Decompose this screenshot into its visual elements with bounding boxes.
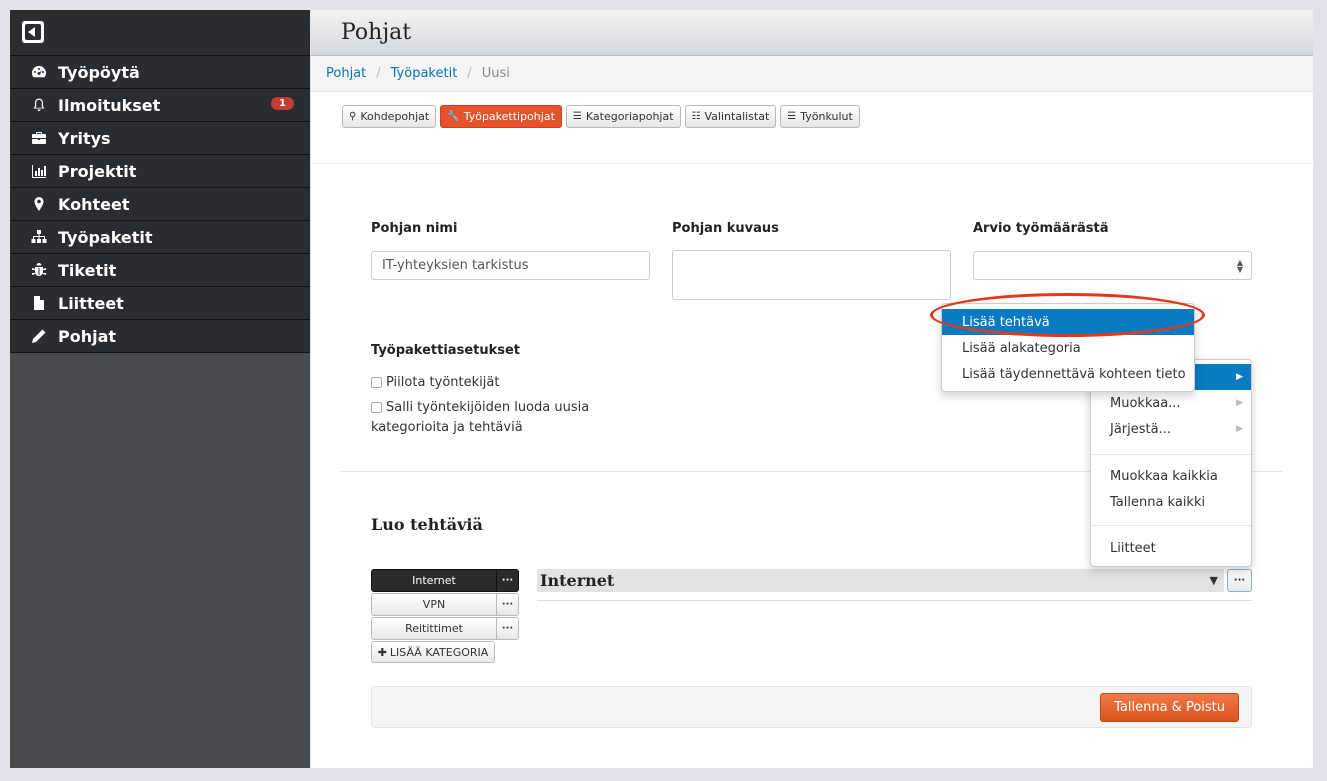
bar-chart-icon (30, 162, 48, 180)
spinner-icon[interactable]: ▲ ▼ (1237, 258, 1243, 273)
sidebar-item-notifications[interactable]: Ilmoitukset 1 (10, 89, 310, 122)
add-submenu: Lisää tehtävä Lisää alakategoria Lisää t… (941, 303, 1195, 392)
tab-site-templates[interactable]: ⚲ Kohdepohjat (342, 105, 437, 128)
hide-employees-checkbox[interactable] (371, 377, 382, 388)
tasks-icon: ☰ (787, 111, 797, 122)
sidebar-item-attachments[interactable]: Liitteet (10, 287, 310, 320)
sidebar-item-label: Yritys (58, 128, 111, 148)
template-description-textarea[interactable] (672, 250, 951, 300)
breadcrumb-separator: / (467, 66, 472, 81)
sidebar-item-projects[interactable]: Projektit (10, 155, 310, 188)
menu-divider (1091, 454, 1251, 455)
breadcrumb: Pohjat / Työpaketit / Uusi (311, 56, 1313, 92)
template-description-label: Pohjan kuvaus (672, 221, 779, 236)
work-estimate-input[interactable]: ▲ ▼ (973, 251, 1252, 280)
caret-down-icon[interactable]: ▼ (1210, 574, 1218, 587)
tab-work-package-templates[interactable]: 🔧 Työpakettipohjat (440, 105, 562, 128)
tab-category-templates[interactable]: ☰ Kategoriapohjat (565, 105, 681, 128)
chevron-right-icon: ▶ (1236, 424, 1243, 434)
divider (537, 600, 1252, 601)
page-header: Pohjat (311, 10, 1313, 56)
sidebar-item-company[interactable]: Yritys (10, 122, 310, 155)
menu-divider (1091, 525, 1251, 526)
sidebar-item-work-packages[interactable]: Työpaketit (10, 221, 310, 254)
menu-item-add-subcategory[interactable]: Lisää alakategoria (942, 335, 1194, 361)
sidebar-header (10, 10, 310, 56)
category-vpn-button[interactable]: VPN (371, 593, 497, 616)
briefcase-icon (30, 129, 48, 147)
menu-item-add-site-info-field[interactable]: Lisää täydennettävä kohteen tieto (942, 361, 1194, 387)
divider (311, 163, 1313, 164)
selected-category-header[interactable]: Internet ▼ (537, 569, 1224, 592)
allow-employees-create-checkbox[interactable] (371, 402, 382, 413)
wrench-icon: 🔧 (447, 111, 460, 122)
work-estimate-label: Arvio työmäärästä (973, 221, 1109, 236)
add-category-button[interactable]: ✚ LISÄÄ KATEGORIA (371, 641, 495, 663)
category-actions-button[interactable]: ··· (1227, 569, 1252, 592)
allow-employees-create-option: Salli työntekijöiden luoda uusia kategor… (371, 400, 590, 435)
sidebar-item-label: Tiketit (58, 260, 117, 280)
list-icon: ☰ (572, 111, 582, 122)
menu-item-save-all[interactable]: Tallenna kaikki (1091, 489, 1251, 515)
menu-item-edit-all[interactable]: Muokkaa kaikkia (1091, 463, 1251, 489)
plus-icon: ✚ (377, 645, 387, 659)
category-internet: Internet ··· (371, 569, 519, 592)
tab-selection-lists[interactable]: ☷ Valintalistat (684, 105, 777, 128)
pencil-icon (30, 327, 48, 345)
sidebar-item-label: Työpöytä (58, 62, 140, 82)
chevron-right-icon: ▶ (1236, 398, 1243, 408)
collapse-sidebar-icon[interactable] (22, 21, 44, 43)
sidebar-item-label: Ilmoitukset (58, 95, 161, 115)
page-title: Pohjat (341, 20, 412, 45)
bug-icon (30, 261, 48, 279)
bell-icon (30, 96, 48, 114)
category-internet-more-button[interactable]: ··· (497, 569, 519, 592)
menu-item-attachments[interactable]: Liitteet (1091, 535, 1251, 561)
sidebar-item-label: Projektit (58, 161, 137, 181)
map-marker-icon: ⚲ (349, 111, 357, 122)
hide-employees-option: Piilota työntekijät (371, 373, 499, 393)
chevron-right-icon: ▶ (1236, 372, 1243, 382)
sidebar-item-label: Kohteet (58, 194, 130, 214)
menu-item-add-task[interactable]: Lisää tehtävä (942, 309, 1194, 335)
sidebar-item-label: Liitteet (58, 293, 124, 313)
sidebar: Työpöytä Ilmoitukset 1 Yritys Projektit … (10, 10, 310, 768)
category-vpn: VPN ··· (371, 593, 519, 616)
menu-item-edit[interactable]: Muokkaa... ▶ (1091, 390, 1251, 416)
category-routers-button[interactable]: Reitittimet (371, 617, 497, 640)
sidebar-item-tickets[interactable]: Tiketit (10, 254, 310, 287)
list-ul-icon: ☷ (691, 111, 701, 122)
breadcrumb-separator: / (376, 66, 381, 81)
form-actions-bar: Tallenna & Poistu (371, 686, 1252, 728)
template-name-label: Pohjan nimi (371, 221, 458, 236)
create-tasks-title: Luo tehtäviä (371, 515, 483, 534)
sidebar-item-label: Pohjat (58, 326, 117, 346)
sitemap-icon (30, 228, 48, 246)
category-internet-button[interactable]: Internet (371, 569, 497, 592)
selected-category-title: Internet (540, 571, 615, 590)
category-vpn-more-button[interactable]: ··· (497, 593, 519, 616)
sidebar-item-templates[interactable]: Pohjat (10, 320, 310, 353)
work-package-settings-label: Työpakettiasetukset (371, 343, 521, 358)
breadcrumb-current: Uusi (481, 66, 510, 81)
save-and-exit-button[interactable]: Tallenna & Poistu (1100, 693, 1239, 722)
menu-item-sort[interactable]: Järjestä... ▶ (1091, 416, 1251, 442)
main-content: Pohjat Pohjat / Työpaketit / Uusi ⚲ Kohde… (311, 10, 1313, 768)
category-routers: Reitittimet ··· (371, 617, 519, 640)
file-icon (30, 294, 48, 312)
template-type-tabs: ⚲ Kohdepohjat 🔧 Työpakettipohjat ☰ Kategori… (342, 105, 860, 128)
template-name-input[interactable]: IT-yhteyksien tarkistus (371, 251, 650, 280)
map-marker-icon (30, 195, 48, 213)
tab-workflows[interactable]: ☰ Työnkulut (780, 105, 860, 128)
breadcrumb-link-work-packages[interactable]: Työpaketit (391, 66, 458, 81)
sidebar-item-label: Työpaketit (58, 227, 153, 247)
category-routers-more-button[interactable]: ··· (497, 617, 519, 640)
notification-count-badge: 1 (271, 97, 294, 110)
sidebar-item-dashboard[interactable]: Työpöytä (10, 56, 310, 89)
sidebar-item-sites[interactable]: Kohteet (10, 188, 310, 221)
breadcrumb-link-templates[interactable]: Pohjat (326, 66, 366, 81)
dashboard-icon (30, 63, 48, 81)
